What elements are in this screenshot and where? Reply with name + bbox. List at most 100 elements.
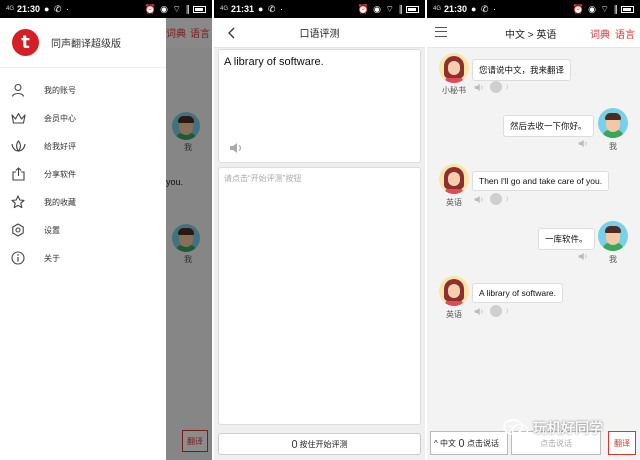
phone-chat-translate-screen: 4G 21:30 ● ✆ · ⏰ ◉ ⌔ ∥ 中文 > 英语 词典 语言 小秘书…: [427, 0, 640, 460]
hamburger-menu-icon[interactable]: [435, 27, 447, 37]
signal-icon: 4G: [220, 6, 229, 12]
message-bubble[interactable]: 一库软件。: [538, 228, 595, 250]
lang-tab[interactable]: 语言: [615, 26, 635, 41]
back-button[interactable]: [222, 23, 242, 43]
menu-item-membership[interactable]: 会员中心: [0, 104, 166, 132]
status-bar: 4G 21:30 ● ✆ · ⏰ ◉ ⌔ ∥: [0, 0, 212, 18]
message-bubble[interactable]: Then I'll go and take care of you.: [472, 171, 610, 191]
wechat-logo-icon: [503, 419, 529, 437]
assistant-avatar: [439, 276, 469, 306]
lotus-icon: [10, 138, 26, 154]
user-avatar: [598, 108, 628, 138]
microphone-icon: [458, 439, 464, 447]
assistant-avatar: [439, 164, 469, 194]
status-time: 21:31: [231, 4, 255, 14]
chevron-left-icon: [228, 27, 235, 39]
watermark: 玩机好同学: [503, 418, 603, 438]
status-bar: 4G 21:31 ● ✆ · ⏰ ◉ ⌔ ∥: [214, 0, 425, 18]
menu-item-label: 设置: [44, 225, 60, 235]
hold-to-evaluate-button[interactable]: 按住开始评测: [218, 433, 421, 455]
menu-item-label: 会员中心: [44, 113, 76, 123]
menu-item-about[interactable]: 关于: [0, 244, 166, 272]
watermark-text: 玩机好同学: [533, 420, 603, 436]
language-pair-selector[interactable]: 中文 > 英语: [505, 26, 556, 41]
speaker-icon[interactable]: [474, 195, 484, 204]
menu-item-settings[interactable]: 设置: [0, 216, 166, 244]
source-text-box[interactable]: A library of software.: [218, 49, 421, 163]
sender-name: 英语: [446, 198, 462, 207]
crown-icon: [10, 110, 26, 126]
signal-icon: 4G: [6, 6, 15, 12]
battery-icon: [406, 5, 419, 13]
menu-item-label: 我的账号: [44, 85, 76, 95]
menu-item-label: 分享软件: [44, 169, 76, 179]
microphone-icon: [291, 440, 297, 448]
playback-controls: [578, 137, 588, 149]
speaker-icon[interactable]: [229, 142, 243, 154]
speaker-icon[interactable]: [578, 139, 588, 148]
phone-drawer-screen: 4G 21:30 ● ✆ · ⏰ ◉ ⌔ ∥ 词典 语言 我 you. 我 翻译…: [0, 0, 212, 460]
speaker-icon[interactable]: [474, 83, 484, 92]
assistant-avatar: [439, 53, 469, 83]
system-icons: ⏰ ◉ ⌔ ∥: [357, 4, 419, 15]
menu-item-label: 关于: [44, 253, 60, 263]
star-icon: [10, 194, 26, 210]
navigation-drawer: t 同声翻译超级版 我的账号 会员中心 给我好评 分享软件 我的收藏 设置 关于: [0, 18, 166, 460]
dict-tab[interactable]: 词典: [590, 26, 610, 41]
speaker-icon[interactable]: [474, 307, 484, 316]
user-icon: [10, 82, 26, 98]
user-avatar: [598, 221, 628, 251]
oral-header: 口语评测: [214, 18, 425, 48]
notification-icons: ● ✆ ·: [471, 3, 498, 14]
playback-controls: [474, 81, 508, 93]
playback-controls: [474, 193, 508, 205]
notification-icons: ● ✆ ·: [258, 3, 285, 14]
sender-name: 我: [609, 142, 617, 151]
menu-item-label: 我的收藏: [44, 197, 76, 207]
system-icons: ⏰ ◉ ⌔ ∥: [144, 4, 206, 15]
hold-button-label: 按住开始评测: [299, 439, 348, 449]
app-logo: t: [12, 29, 39, 56]
notification-icons: ● ✆ ·: [44, 3, 71, 14]
phone-oral-evaluation-screen: 4G 21:31 ● ✆ · ⏰ ◉ ⌔ ∥ 口语评测 A library of…: [214, 0, 425, 460]
result-hint: 请点击“开始评测”按钮: [224, 174, 302, 183]
menu-item-account[interactable]: 我的账号: [0, 76, 166, 104]
language-toggle[interactable]: ^ 中文: [434, 438, 456, 449]
drawer-header: t 同声翻译超级版: [0, 18, 166, 68]
page-title: 口语评测: [299, 29, 340, 40]
speaker-icon[interactable]: [578, 252, 588, 261]
source-text: A library of software.: [224, 56, 324, 68]
speak-label: 点击说话: [466, 438, 499, 448]
battery-icon: [621, 5, 634, 13]
menu-item-share[interactable]: 分享软件: [0, 160, 166, 188]
menu-item-favorites[interactable]: 我的收藏: [0, 188, 166, 216]
message-bubble[interactable]: 然后去收一下你好。: [503, 115, 594, 137]
playback-controls: [474, 305, 508, 317]
record-wave-icon[interactable]: [490, 305, 508, 317]
record-wave-icon[interactable]: [490, 193, 508, 205]
chat-header: 中文 > 英语 词典 语言: [427, 18, 640, 48]
status-bar: 4G 21:30 ● ✆ · ⏰ ◉ ⌔ ∥: [427, 0, 640, 18]
playback-controls: [578, 250, 588, 262]
gear-icon: [10, 222, 26, 238]
sender-name: 英语: [446, 310, 462, 319]
status-time: 21:30: [17, 4, 41, 14]
signal-icon: 4G: [433, 6, 442, 12]
evaluation-result-box: 请点击“开始评测”按钮: [218, 167, 421, 425]
menu-item-rate[interactable]: 给我好评: [0, 132, 166, 160]
translate-button[interactable]: 翻译: [608, 431, 636, 455]
sender-name: 小秘书: [442, 86, 466, 95]
status-time: 21:30: [444, 4, 468, 14]
record-wave-icon[interactable]: [490, 81, 508, 93]
info-icon: [10, 250, 26, 266]
share-icon: [10, 166, 26, 182]
system-icons: ⏰ ◉ ⌔ ∥: [572, 4, 634, 15]
app-name: 同声翻译超级版: [51, 39, 121, 50]
sender-name: 我: [609, 255, 617, 264]
message-bubble[interactable]: A library of software.: [472, 283, 564, 303]
message-bubble[interactable]: 您请说中文，我来翻译: [472, 59, 572, 81]
menu-item-label: 给我好评: [44, 141, 76, 151]
chinese-speak-button[interactable]: ^ 中文 点击说话: [430, 431, 508, 455]
drawer-menu: 我的账号 会员中心 给我好评 分享软件 我的收藏 设置 关于: [0, 76, 166, 272]
battery-icon: [193, 5, 206, 13]
